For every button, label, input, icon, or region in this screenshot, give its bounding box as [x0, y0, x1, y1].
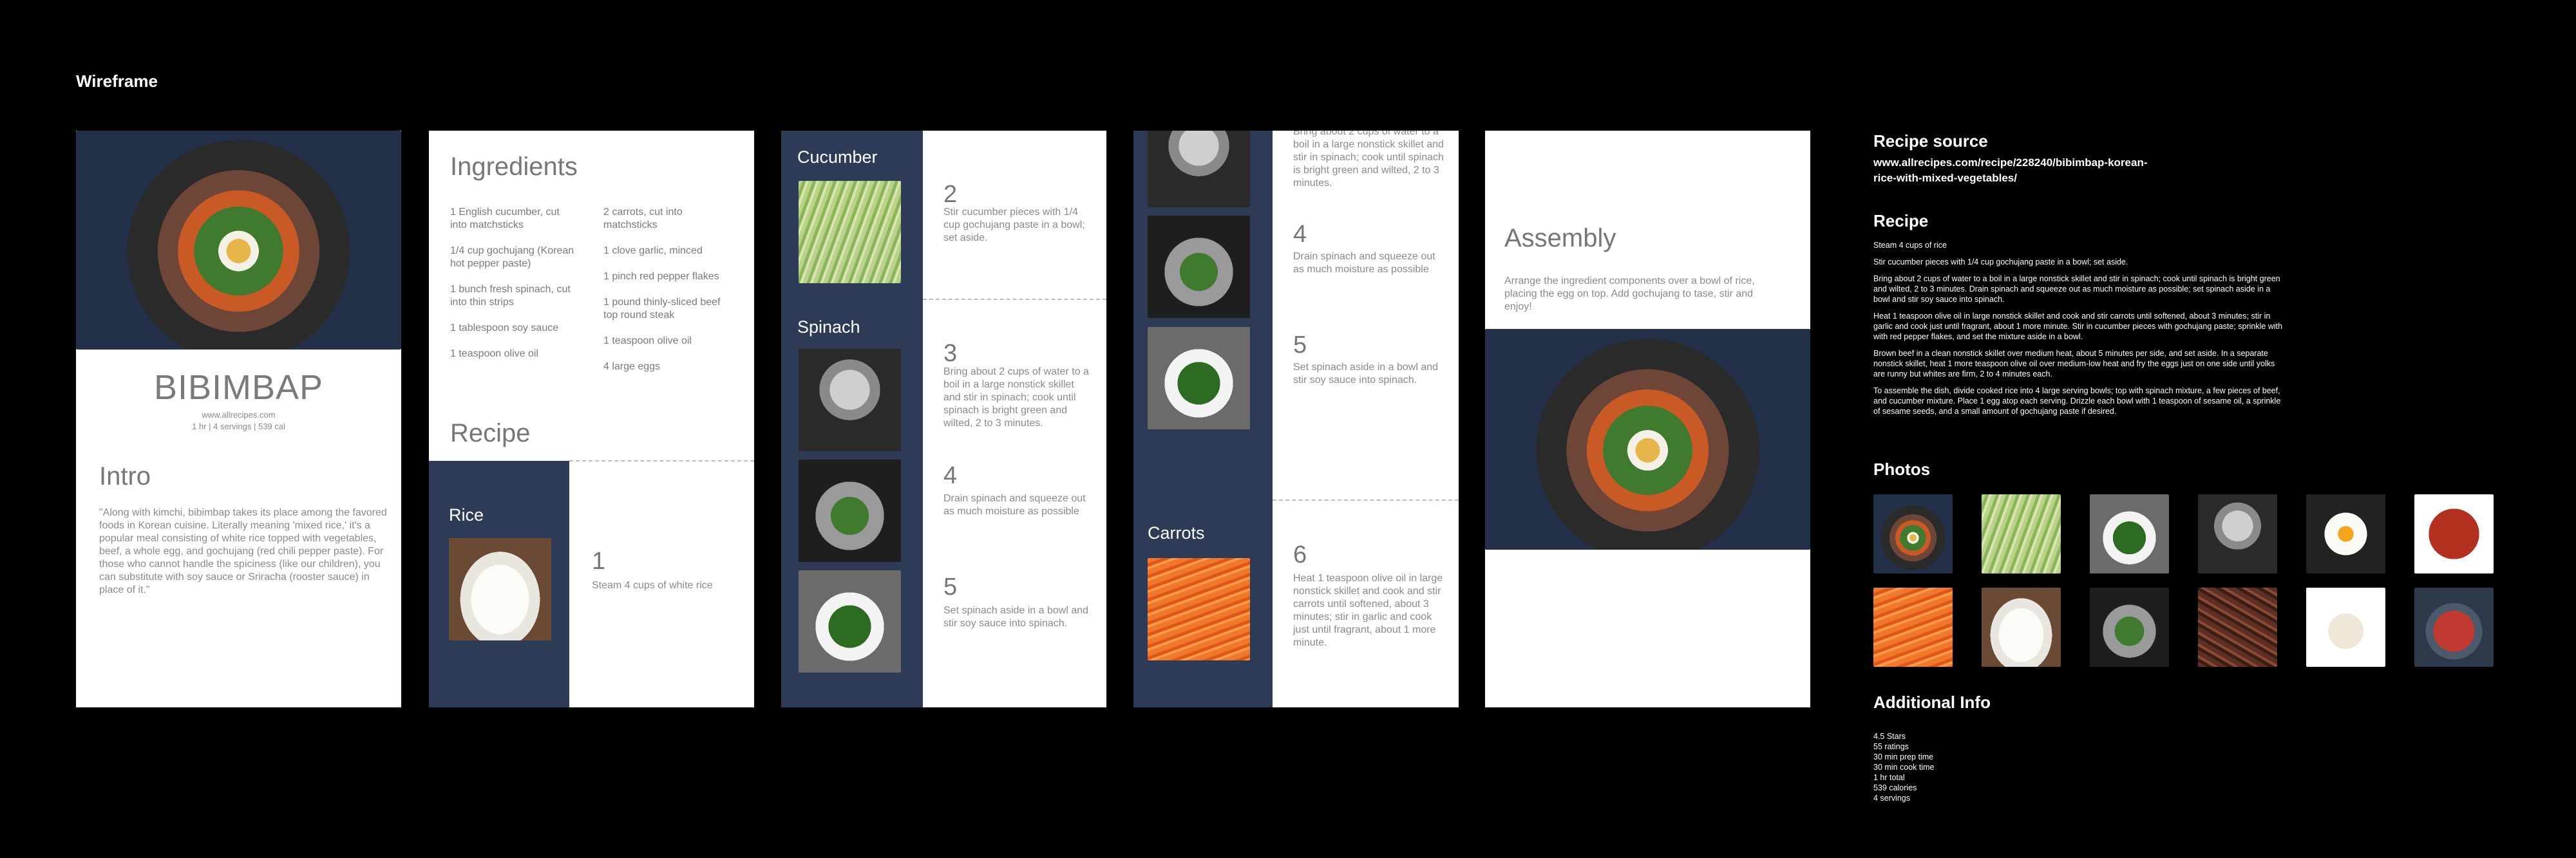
intro-text: "Along with kimchi, bibimbap takes its p… [99, 507, 387, 595]
step-number: 3 [943, 340, 958, 367]
panel-assembly: Assembly Arrange the ingredient componen… [1485, 131, 1810, 707]
ingredient-item: 1 English cucumber, cut into matchsticks [450, 207, 560, 230]
pot-photo [1148, 131, 1250, 207]
ingredient-item: 1/4 cup gochujang (Korean hot pepper pas… [450, 245, 574, 269]
spinach-photo [799, 460, 901, 562]
panel-ingredients: Ingredients 1 English cucumber, cut into… [429, 131, 754, 707]
recipe-paragraph: Steam 4 cups of rice [1873, 241, 1947, 250]
section-spinach: Spinach [797, 317, 860, 337]
info-item: 539 calories [1873, 783, 1917, 792]
divider [1273, 499, 1459, 501]
step-text: Heat 1 teaspoon olive oil in large nonst… [1293, 573, 1443, 648]
photos-title: Photos [1873, 460, 1931, 479]
photo-thumbnail[interactable] [1982, 588, 2061, 667]
additional-info-title: Additional Info [1873, 693, 1991, 712]
ingredient-item: 1 pinch red pepper flakes [603, 271, 719, 282]
recipe-source-link[interactable]: www.allrecipes.com/recipe/228240/bibimba… [1873, 155, 2170, 186]
ingredient-item: 1 teaspoon olive oil [603, 335, 692, 346]
dish-title: BIBIMBAP [153, 368, 324, 407]
ingredients-title: Ingredients [450, 153, 578, 181]
step-text: Set spinach aside in a bowl and stir soy… [1293, 362, 1439, 386]
step-number: 4 [1293, 221, 1307, 248]
recipe-paragraph: Heat 1 teaspoon olive oil in large nonst… [1873, 312, 2283, 341]
step-text: Bring about 2 cups of water to a boil in… [943, 366, 1089, 429]
photo-thumbnail[interactable] [2306, 494, 2385, 574]
spinach-bowl-photo [1148, 327, 1250, 429]
step-number: 2 [943, 181, 958, 208]
additional-info-list: 4.5 Stars 55 ratings 30 min prep time 30… [1873, 731, 1934, 803]
step-number: 5 [1293, 331, 1307, 359]
recipe-source-title: Recipe source [1873, 131, 1988, 151]
recipe-paragraph: Bring about 2 cups of water to a boil in… [1873, 274, 2280, 304]
divider [923, 299, 1106, 300]
pot-photo [799, 349, 901, 451]
divider [569, 460, 754, 462]
intro-title: Intro [99, 462, 151, 490]
assembly-text: Arrange the ingredient components over a… [1504, 275, 1755, 312]
carrot-photo [1148, 558, 1250, 660]
info-item: 55 ratings [1873, 742, 1909, 751]
photo-thumbnail[interactable] [1873, 494, 1953, 574]
info-item: 4.5 Stars [1873, 732, 1906, 741]
recipe-title: Recipe [450, 419, 531, 447]
spinach-photo [1148, 216, 1250, 318]
assembly-title: Assembly [1504, 224, 1616, 252]
recipe-paragraph: Brown beef in a clean nonstick skillet o… [1873, 349, 2275, 378]
recipe-side-title: Recipe [1873, 211, 1929, 230]
photo-thumbnail[interactable] [2090, 494, 2169, 574]
photo-thumbnail[interactable] [1982, 494, 2061, 574]
ingredient-item: 2 carrots, cut into matchsticks [603, 207, 683, 230]
wireframe-title: Wireframe [76, 71, 158, 91]
photo-grid [1873, 494, 2494, 668]
photo-thumbnail[interactable] [2414, 588, 2494, 667]
ingredient-item: 1 clove garlic, minced [603, 245, 703, 256]
ingredient-item: 1 tablespoon soy sauce [450, 322, 559, 333]
photo-thumbnail[interactable] [2306, 588, 2385, 667]
step-text: Bring about 2 cups of water to a boil in… [1293, 131, 1444, 189]
recipe-paragraph: To assemble the dish, divide cooked rice… [1873, 386, 2281, 416]
info-item: 4 servings [1873, 794, 1910, 803]
ingredients-col-1: 1 English cucumber, cut into matchsticks… [450, 206, 579, 373]
rice-photo [449, 538, 551, 640]
ingredient-item: 4 large eggs [603, 361, 661, 372]
step-number: 6 [1293, 541, 1307, 568]
ingredients-col-2: 2 carrots, cut into matchsticks 1 clove … [603, 206, 723, 386]
step-number: 1 [592, 548, 606, 575]
info-item: 1 hr total [1873, 773, 1905, 782]
panel-intro: BIBIMBAP www.allrecipes.com 1 hr | 4 ser… [76, 131, 401, 707]
recipe-paragraphs: Steam 4 cups of rice Stir cucumber piece… [1873, 240, 2283, 416]
ingredient-item: 1 bunch fresh spinach, cut into thin str… [450, 284, 571, 308]
section-cucumber: Cucumber [797, 147, 878, 167]
photo-thumbnail[interactable] [1873, 588, 1953, 667]
photo-thumbnail[interactable] [2414, 494, 2494, 574]
recipe-paragraph: Stir cucumber pieces with 1/4 cup gochuj… [1873, 257, 2128, 266]
photo-thumbnail[interactable] [2198, 588, 2277, 667]
section-carrots: Carrots [1148, 523, 1205, 543]
step-text: Drain spinach and squeeze out as much mo… [943, 493, 1086, 517]
meta-line: 1 hr | 4 servings | 539 cal [192, 422, 285, 431]
step-number: 4 [943, 462, 958, 489]
step-text: Drain spinach and squeeze out as much mo… [1293, 251, 1435, 275]
photo-thumbnail[interactable] [2198, 494, 2277, 574]
step-text: Stir cucumber pieces with 1/4 cup gochuj… [943, 207, 1085, 243]
step-text: Set spinach aside in a bowl and stir soy… [943, 605, 1089, 629]
hero-bibimbap-photo [76, 131, 401, 350]
info-item: 30 min prep time [1873, 752, 1934, 761]
step-number: 5 [943, 574, 958, 601]
info-item: 30 min cook time [1873, 763, 1935, 772]
section-rice: Rice [449, 505, 484, 525]
ingredient-item: 1 pound thinly-sliced beef top round ste… [603, 297, 721, 321]
step-text: Steam 4 cups of white rice [592, 580, 713, 591]
panel-carrots: Bring about 2 cups of water to a boil in… [1133, 131, 1459, 707]
panel-cucumber-spinach: Cucumber Spinach 2 Stir cucumber pieces … [781, 131, 1106, 707]
source-line: www.allrecipes.com [202, 410, 276, 420]
spinach-bowl-photo [799, 570, 901, 673]
assembly-bowl-photo [1485, 329, 1810, 550]
ingredient-item: 1 teaspoon olive oil [450, 348, 538, 359]
cucumber-photo [799, 181, 901, 283]
photo-thumbnail[interactable] [2090, 588, 2169, 667]
